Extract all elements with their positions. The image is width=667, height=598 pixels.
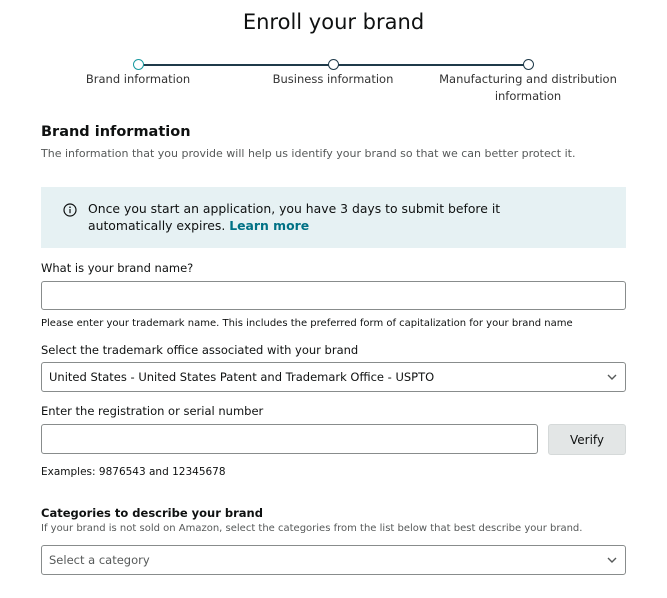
step-label-brand-information: Brand information	[85, 72, 191, 86]
registration-input[interactable]	[41, 424, 538, 454]
category-placeholder: Select a category	[49, 553, 150, 567]
step-dot-brand-information[interactable]	[133, 58, 144, 70]
chevron-down-icon	[607, 374, 617, 380]
alert-message: Once you start an application, you have …	[88, 201, 578, 234]
brand-name-label: What is your brand name?	[41, 261, 194, 275]
categories-title: Categories to describe your brand	[41, 506, 263, 520]
brand-name-hint: Please enter your trademark name. This i…	[41, 318, 573, 329]
registration-label: Enter the registration or serial number	[41, 404, 264, 418]
step-label-manufacturing-line2: information	[494, 89, 562, 103]
step-label-business-information: Business information	[272, 72, 394, 86]
verify-button[interactable]: Verify	[548, 424, 626, 455]
registration-examples: Examples: 9876543 and 12345678	[41, 466, 226, 478]
section-description: The information that you provide will he…	[41, 147, 576, 160]
step-dot-business-information[interactable]	[328, 58, 339, 70]
trademark-office-value: United States - United States Patent and…	[49, 370, 435, 384]
page-title: Enroll your brand	[242, 10, 425, 34]
step-label-manufacturing-line1: Manufacturing and distribution	[439, 72, 617, 86]
categories-description: If your brand is not sold on Amazon, sel…	[41, 523, 583, 534]
step-dot-manufacturing[interactable]	[523, 58, 534, 70]
chevron-down-icon	[607, 557, 617, 563]
info-icon	[63, 203, 77, 217]
category-select[interactable]: Select a category	[41, 545, 626, 575]
learn-more-link[interactable]: Learn more	[229, 218, 309, 233]
trademark-office-label: Select the trademark office associated w…	[41, 343, 359, 357]
brand-name-input[interactable]	[41, 281, 626, 310]
trademark-office-select[interactable]: United States - United States Patent and…	[41, 362, 626, 392]
section-title: Brand information	[41, 124, 191, 140]
